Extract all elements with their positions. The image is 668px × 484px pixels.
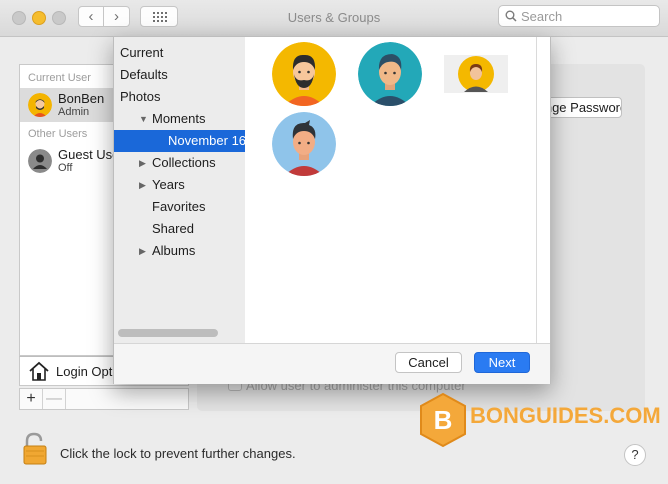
source-item-favorites[interactable]: Favorites	[152, 196, 245, 218]
source-item-november[interactable]: November 16	[114, 130, 245, 152]
sheet-footer: Cancel Next	[114, 343, 550, 384]
source-item-albums[interactable]: Albums	[152, 240, 245, 262]
next-button[interactable]: Next	[474, 352, 530, 373]
user-role: Off	[58, 162, 73, 174]
lock-icon[interactable]	[23, 432, 49, 469]
disclosure-closed-icon[interactable]: ▶	[139, 158, 146, 169]
user-role: Admin	[58, 106, 90, 118]
avatar	[28, 93, 52, 117]
svg-text:B: B	[434, 405, 453, 435]
watermark-text: BONGUIDES.COM	[470, 403, 661, 428]
source-item-photos[interactable]: Photos	[114, 86, 245, 108]
source-item-moments[interactable]: Moments	[152, 108, 245, 130]
lock-status-text: Click the lock to prevent further change…	[60, 446, 296, 461]
photo-thumbnail[interactable]	[444, 55, 508, 93]
photo-gallery	[245, 37, 538, 343]
source-item-shared[interactable]: Shared	[152, 218, 245, 240]
disclosure-closed-icon[interactable]: ▶	[139, 180, 146, 191]
add-remove-bar: + —	[19, 388, 189, 410]
search-field[interactable]	[498, 5, 660, 27]
search-input[interactable]	[521, 8, 651, 24]
picture-source-list: Current Defaults Photos ▼ Moments Novemb…	[114, 37, 245, 343]
gallery-scroll-divider	[536, 37, 537, 343]
photo-thumbnail[interactable]	[358, 42, 422, 106]
user-name: BonBen	[58, 91, 105, 106]
source-item-collections[interactable]: Collections	[152, 152, 245, 174]
photo-thumbnail[interactable]	[272, 42, 336, 106]
disclosure-open-icon[interactable]: ▼	[139, 114, 148, 124]
remove-user-button[interactable]: —	[43, 389, 66, 409]
current-user-label: Current User	[28, 72, 91, 84]
disclosure-closed-icon[interactable]: ▶	[139, 246, 146, 257]
other-users-label: Other Users	[28, 128, 88, 140]
avatar	[28, 149, 52, 173]
title-bar: ‹ › Users & Groups	[0, 0, 668, 37]
source-item-defaults[interactable]: Defaults	[114, 64, 245, 86]
help-button[interactable]: ?	[624, 444, 646, 466]
search-icon	[505, 10, 517, 22]
cancel-button[interactable]: Cancel	[395, 352, 462, 373]
horizontal-scrollbar[interactable]	[118, 329, 218, 337]
bonguides-logo: B	[418, 392, 468, 451]
source-item-years[interactable]: Years	[152, 174, 245, 196]
add-user-button[interactable]: +	[20, 389, 43, 409]
picture-picker-sheet: Current Defaults Photos ▼ Moments Novemb…	[113, 36, 551, 384]
source-item-current[interactable]: Current	[114, 42, 245, 64]
photo-thumbnail[interactable]	[272, 112, 336, 176]
house-icon	[29, 361, 49, 381]
